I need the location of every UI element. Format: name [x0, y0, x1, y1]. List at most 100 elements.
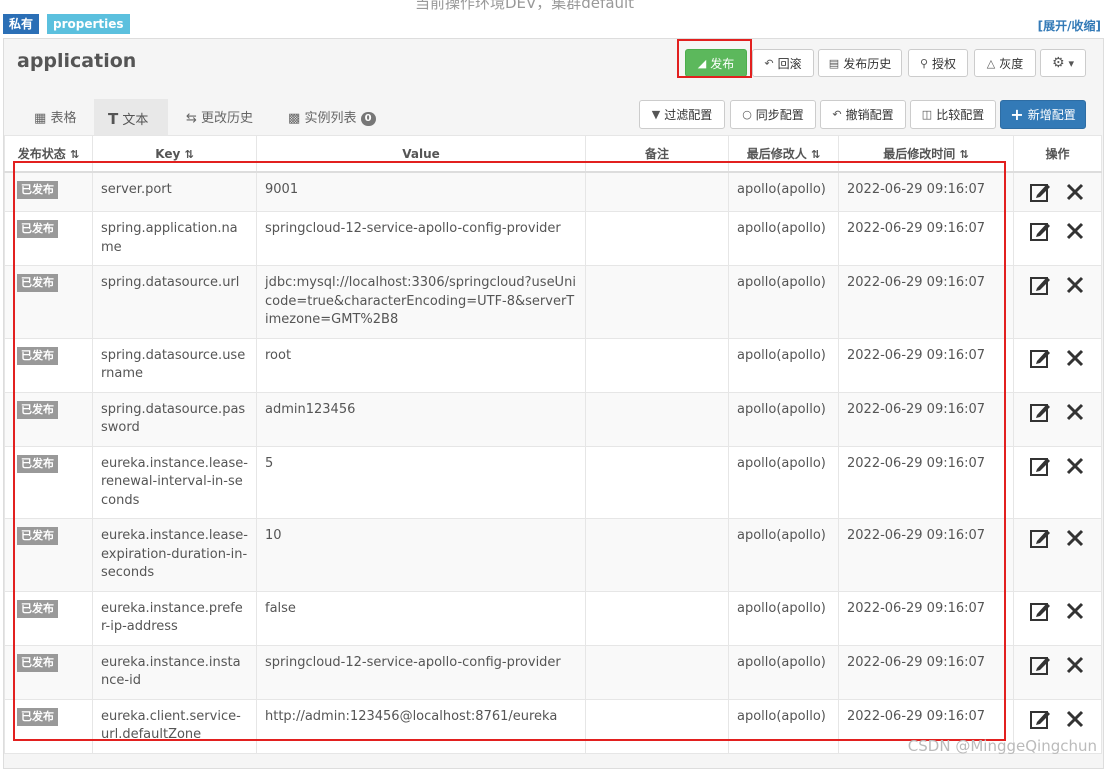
- published-badge: 已发布: [17, 220, 58, 238]
- namespace-title: application: [17, 50, 137, 72]
- config-key: spring.application.name: [92, 211, 257, 266]
- column-key-label: Key: [155, 146, 181, 161]
- row-actions: [1013, 171, 1102, 212]
- delete-icon[interactable]: [1064, 600, 1086, 622]
- config-modified-time: 2022-06-29 09:16:07: [838, 590, 1014, 646]
- config-comment: [585, 698, 729, 754]
- expand-collapse-link[interactable]: [展开/收缩]: [1038, 17, 1101, 34]
- edit-icon[interactable]: [1029, 274, 1051, 296]
- revoke-config-label: 撤销配置: [845, 108, 894, 122]
- config-comment: [585, 518, 729, 592]
- column-modifier-label: 最后修改人: [746, 147, 807, 161]
- film-icon: ▩: [288, 111, 301, 126]
- delete-icon[interactable]: [1064, 220, 1086, 242]
- rollback-label: 回滚: [777, 56, 802, 71]
- publish-button[interactable]: ◢ 发布: [685, 49, 747, 77]
- config-modified-time: 2022-06-29 09:16:07: [838, 265, 1014, 339]
- edit-icon[interactable]: [1029, 401, 1051, 423]
- edit-icon[interactable]: [1029, 181, 1051, 203]
- delete-icon[interactable]: [1064, 527, 1086, 549]
- config-modifier: apollo(apollo): [728, 518, 839, 592]
- publish-history-label: 发布历史: [843, 56, 892, 71]
- column-modifier[interactable]: 最后修改人 ⇅: [728, 135, 839, 173]
- config-key: spring.datasource.username: [92, 337, 257, 393]
- tab-table-label: 表格: [50, 111, 77, 126]
- config-value: 10: [256, 518, 586, 592]
- config-value: root: [256, 337, 586, 393]
- settings-dropdown-button[interactable]: ⚙ ▾: [1040, 49, 1086, 77]
- row-actions: [1013, 265, 1102, 339]
- config-modifier: apollo(apollo): [728, 337, 839, 393]
- rollback-button[interactable]: ↶ 回滚: [752, 49, 814, 77]
- tab-change-history-label: 更改历史: [201, 111, 254, 126]
- delete-icon[interactable]: [1064, 274, 1086, 296]
- column-modified-time[interactable]: 最后修改时间 ⇅: [838, 135, 1014, 173]
- column-comment-label: 备注: [644, 147, 669, 161]
- edit-icon[interactable]: [1029, 220, 1051, 242]
- column-status[interactable]: 发布状态 ⇅: [4, 135, 93, 173]
- config-comment: [585, 265, 729, 339]
- gray-release-button[interactable]: △ 灰度: [974, 49, 1036, 77]
- instance-count-badge: 0: [360, 111, 376, 126]
- published-badge: 已发布: [17, 454, 58, 473]
- column-value: Value: [256, 135, 586, 173]
- table-row: 已发布 spring.datasource.url jdbc:mysql://l…: [4, 265, 1102, 339]
- gray-release-label: 灰度: [999, 56, 1024, 71]
- column-modified-time-label: 最后修改时间: [883, 147, 956, 161]
- config-modifier: apollo(apollo): [728, 171, 839, 212]
- delete-icon[interactable]: [1064, 654, 1086, 676]
- tab-text-label: 文本: [122, 113, 149, 128]
- file-icon: ◫: [921, 108, 933, 121]
- config-modified-time: 2022-06-29 09:16:07: [838, 337, 1014, 393]
- table-row: 已发布 eureka.instance.instance-id springcl…: [4, 644, 1102, 700]
- table-row: 已发布 spring.datasource.username root apol…: [4, 337, 1102, 393]
- edit-icon[interactable]: [1029, 708, 1051, 730]
- config-modified-time: 2022-06-29 09:16:07: [838, 445, 1014, 519]
- edit-icon[interactable]: [1029, 347, 1051, 369]
- column-key[interactable]: Key ⇅: [92, 135, 257, 173]
- delete-icon[interactable]: [1064, 181, 1086, 203]
- text-icon: T: [108, 110, 119, 128]
- config-modified-time: 2022-06-29 09:16:07: [838, 211, 1014, 266]
- compare-config-button[interactable]: ◫ 比较配置: [910, 100, 996, 129]
- delete-icon[interactable]: [1064, 347, 1086, 369]
- tab-instance-list[interactable]: ▩ 实例列表 0: [274, 99, 388, 135]
- calendar-icon: ▤: [828, 56, 840, 70]
- delete-icon[interactable]: [1064, 708, 1086, 730]
- tab-change-history[interactable]: ⇆ 更改历史: [172, 99, 272, 135]
- published-badge: 已发布: [17, 599, 58, 618]
- config-key: eureka.instance.lease-expiration-duratio…: [92, 518, 257, 592]
- add-config-button[interactable]: + 新增配置: [1000, 100, 1086, 129]
- config-table: 发布状态 ⇅ Key ⇅ Value 备注 最后修改人 ⇅ 最后修改时间 ⇅ 操…: [4, 135, 1102, 754]
- edit-icon[interactable]: [1029, 527, 1051, 549]
- config-modifier: apollo(apollo): [728, 644, 839, 700]
- filter-config-button[interactable]: ▼ 过滤配置: [639, 100, 725, 129]
- config-value: jdbc:mysql://localhost:3306/springcloud?…: [256, 265, 586, 339]
- revoke-config-button[interactable]: ↶ 撤销配置: [820, 100, 906, 129]
- column-ops: 操作: [1013, 135, 1102, 173]
- config-key: spring.datasource.url: [92, 265, 257, 339]
- publish-history-button[interactable]: ▤ 发布历史: [818, 49, 902, 77]
- delete-icon[interactable]: [1064, 455, 1086, 477]
- table-row: 已发布 spring.application.name springcloud-…: [4, 211, 1102, 266]
- config-modifier: apollo(apollo): [728, 590, 839, 646]
- column-ops-label: 操作: [1045, 147, 1070, 161]
- tab-text[interactable]: T 文本: [94, 99, 168, 135]
- row-actions: [1013, 445, 1102, 519]
- edit-icon[interactable]: [1029, 654, 1051, 676]
- published-badge: 已发布: [17, 400, 58, 419]
- edit-icon[interactable]: [1029, 455, 1051, 477]
- config-modifier: apollo(apollo): [728, 211, 839, 266]
- config-value: http://admin:123456@localhost:8761/eurek…: [256, 698, 586, 754]
- tab-table[interactable]: ▦ 表格: [20, 99, 94, 135]
- row-actions: [1013, 337, 1102, 393]
- grant-button[interactable]: ⚲ 授权: [908, 49, 968, 77]
- sort-icon: ⇅: [959, 148, 969, 161]
- config-comment: [585, 337, 729, 393]
- delete-icon[interactable]: [1064, 401, 1086, 423]
- sync-config-button[interactable]: ○ 同步配置: [730, 100, 816, 129]
- row-actions: [1013, 211, 1102, 266]
- namespace-private-tag: 私有: [3, 14, 40, 34]
- edit-icon[interactable]: [1029, 600, 1051, 622]
- config-modified-time: 2022-06-29 09:16:07: [838, 171, 1014, 212]
